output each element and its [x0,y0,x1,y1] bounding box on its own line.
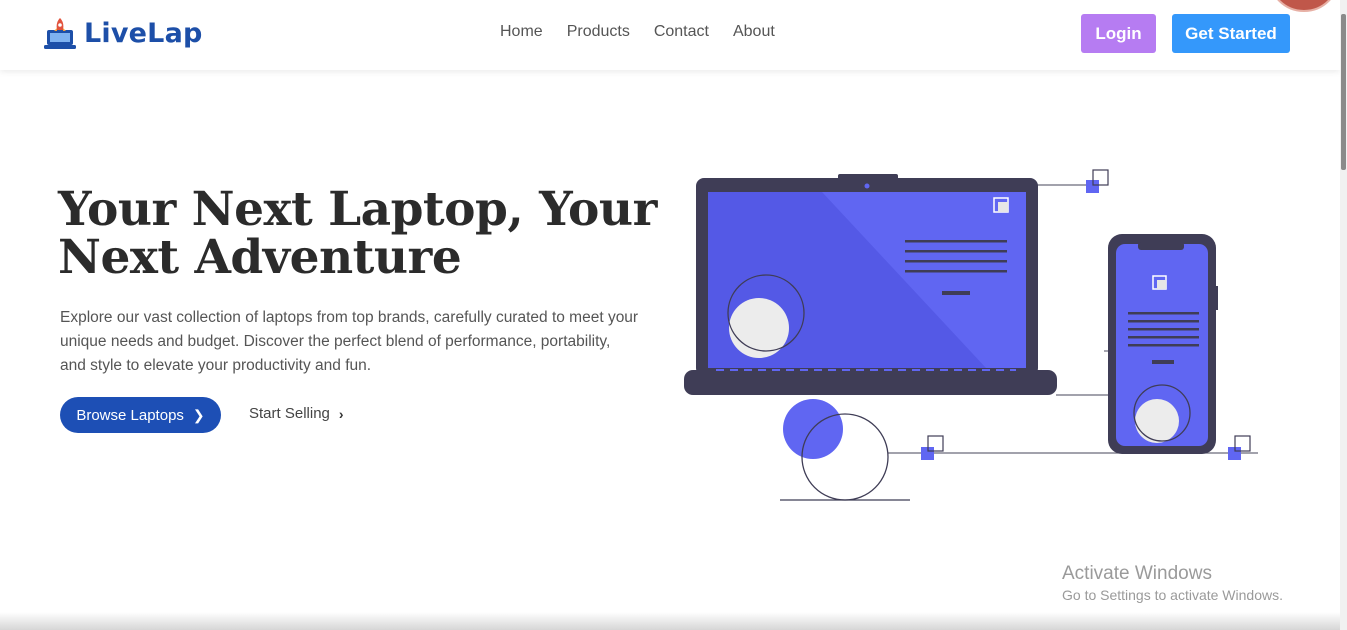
bottom-edge-shadow [0,612,1340,630]
chevron-right-icon: › [338,405,344,422]
browse-laptops-label: Browse Laptops [76,406,184,424]
nav-contact[interactable]: Contact [654,23,709,41]
browse-laptops-button[interactable]: Browse Laptops ❯ [60,397,221,433]
scrollbar-thumb[interactable] [1341,14,1346,170]
hero-title: Your Next Laptop, Your Next Adventure [58,182,657,285]
laptop-graphic [684,174,1057,395]
main-nav: Home Products Contact About [500,23,799,41]
nav-about[interactable]: About [733,23,775,41]
brand-logo-link[interactable]: LiveLap [44,16,203,50]
watermark-title: Activate Windows [1062,563,1212,584]
laptop-rocket-icon [44,18,76,49]
nav-home[interactable]: Home [500,23,543,41]
chevron-right-icon: ❯ [192,406,205,423]
top-navbar: LiveLap Home Products Contact About Logi… [0,0,1340,70]
login-button[interactable]: Login [1081,14,1156,53]
get-started-button[interactable]: Get Started [1172,14,1290,53]
windows-activation-watermark: Activate Windows Go to Settings to activ… [1062,563,1283,603]
nav-products[interactable]: Products [567,23,630,41]
start-selling-link[interactable]: Start Selling › [249,405,344,422]
phone-graphic [1108,234,1218,454]
brand-name: LiveLap [84,17,203,49]
watermark-subtitle: Go to Settings to activate Windows. [1062,587,1283,603]
start-selling-label: Start Selling [249,405,330,422]
devices-illustration [684,169,1258,501]
hero-description: Explore our vast collection of laptops f… [60,309,639,374]
